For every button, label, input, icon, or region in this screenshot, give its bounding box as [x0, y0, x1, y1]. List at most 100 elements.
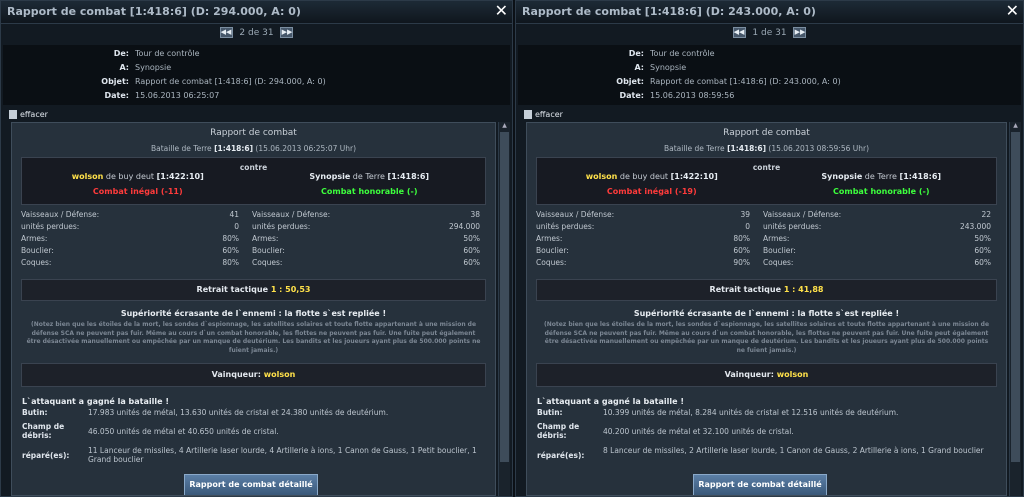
date-label: Date:	[619, 91, 645, 100]
def-stat-row: Armes: 50%	[763, 234, 991, 243]
retreat-note: (Notez bien que les étoiles de la mort, …	[26, 321, 481, 354]
scroll-up-icon[interactable]: ▲	[1011, 122, 1020, 130]
trash-icon	[524, 110, 532, 119]
battle-coords: [1:418:6]	[214, 144, 254, 153]
retreat-label: Retrait tactique	[196, 285, 269, 294]
repaired-value: 11 Lanceur de missiles, 4 Artillerie las…	[88, 446, 477, 465]
att-stat-row: Vaisseaux / Défense: 39	[536, 210, 750, 219]
defender-line: Synopsie de Terre [1:418:6]	[254, 172, 486, 181]
window-titlebar[interactable]: Rapport de combat [1:418:6] (D: 294.000,…	[1, 1, 512, 24]
def-stat-row: unités perdues: 243.000	[763, 222, 991, 231]
next-page-icon[interactable]: ▶▶	[793, 27, 807, 38]
defender-coords[interactable]: [1:418:6]	[388, 172, 430, 181]
def-stat-row: Coques: 60%	[252, 258, 480, 267]
def-stat-row: Bouclier: 60%	[252, 246, 480, 255]
to-value: Synopsie	[650, 63, 687, 72]
att-stat-row: Armes: 80%	[21, 234, 239, 243]
attacker-line: wolson de buy deut [1:422:10]	[537, 172, 767, 181]
delete-button[interactable]: effacer	[516, 107, 1023, 123]
report-title: Rapport de combat	[210, 128, 297, 138]
attacker-name[interactable]: wolson	[586, 172, 618, 181]
scroll-up-icon[interactable]: ▲	[500, 122, 509, 130]
to-value: Synopsie	[135, 63, 172, 72]
att-stat-row: unités perdues: 0	[21, 222, 239, 231]
att-stat-row: Armes: 80%	[536, 234, 750, 243]
prev-page-icon[interactable]: ◀◀	[219, 27, 233, 38]
loot-label: Butin:	[22, 408, 48, 418]
page-counter: 1 de 31	[752, 27, 787, 38]
scroll-thumb[interactable]	[1011, 132, 1020, 462]
debris-label: Champ de débris:	[22, 422, 65, 441]
attacker-origin: de buy deut	[105, 172, 155, 181]
message-window-right: Rapport de combat [1:418:6] (D: 243.000,…	[515, 0, 1024, 497]
attacker-coords[interactable]: [1:422:10]	[671, 172, 718, 181]
retreat-label: Retrait tactique	[709, 285, 782, 294]
battle-line: Bataille de Terre [1:418:6] (15.06.2013 …	[527, 144, 1006, 153]
fleet-stats: Vaisseaux / Défense: 39 unités perdues: 0 …	[527, 207, 1006, 271]
debris-row: Champ de débris: 40.200 unités de métal e…	[527, 422, 1006, 444]
attacker-line: wolson de buy deut [1:422:10]	[22, 172, 254, 181]
battle-line: Bataille de Terre [1:418:6] (15.06.2013 …	[12, 144, 495, 153]
to-label: A:	[119, 63, 129, 72]
debris-value: 46.050 unités de métal et 40.650 unités …	[88, 427, 279, 437]
defender-name[interactable]: Synopsie	[309, 172, 350, 181]
winner-label: Vainqueur:	[211, 370, 261, 380]
def-stat-row: Coques: 60%	[763, 258, 991, 267]
from-label: De:	[628, 49, 644, 58]
close-icon[interactable]: ✕	[1006, 2, 1019, 20]
message-header: De: Tour de contrôle A: Synopsie Objet: Rap…	[3, 45, 510, 105]
battle-time: (15.06.2013 06:25:07 Uhr)	[255, 144, 356, 153]
window-titlebar[interactable]: Rapport de combat [1:418:6] (D: 243.000,…	[516, 1, 1023, 24]
scrollbar[interactable]: ▲	[1009, 122, 1021, 496]
def-stat-row: Vaisseaux / Défense: 22	[763, 210, 991, 219]
trash-icon	[9, 110, 17, 119]
attacker-coords[interactable]: [1:422:10]	[157, 172, 204, 181]
detailed-report-button[interactable]: Rapport de combat détaillé	[693, 474, 827, 495]
superiority-text: Supériorité écrasante de l`ennemi : la f…	[120, 309, 387, 318]
close-icon[interactable]: ✕	[495, 2, 508, 20]
battle-time: (15.06.2013 08:59:56 Uhr)	[768, 144, 869, 153]
window-title: Rapport de combat [1:418:6] (D: 294.000,…	[7, 5, 301, 18]
detailed-report-button[interactable]: Rapport de combat détaillé	[184, 474, 318, 495]
attacker-origin: de buy deut	[619, 172, 669, 181]
subject-value: Rapport de combat [1:418:6] (D: 294.000,…	[135, 77, 326, 86]
defender-status: Combat honorable (-)	[321, 187, 418, 196]
scroll-thumb[interactable]	[500, 132, 509, 462]
pagination: ◀◀ 1 de 31 ▶▶	[516, 24, 1023, 45]
defender-origin: de Terre	[864, 172, 897, 181]
loot-label: Butin:	[537, 408, 563, 418]
delete-button[interactable]: effacer	[1, 107, 512, 123]
combatants-box: contre wolson de buy deut [1:422:10] Syn…	[21, 157, 486, 205]
repaired-row: réparé(es): 8 Lanceur de missiles, 2 Arti…	[527, 446, 1006, 468]
repaired-value: 8 Lanceur de missiles, 2 Artillerie lase…	[603, 446, 984, 456]
debris-label: Champ de débris:	[537, 422, 580, 441]
versus-label: contre	[239, 163, 268, 172]
delete-label: effacer	[535, 110, 563, 119]
def-stat-row: unités perdues: 294.000	[252, 222, 480, 231]
attacker-status: Combat inégal (-19)	[606, 187, 697, 196]
winner-box: Vainqueur: wolson	[536, 363, 997, 388]
defender-coords[interactable]: [1:418:6]	[900, 172, 942, 181]
prev-page-icon[interactable]: ◀◀	[732, 27, 746, 38]
combat-report-panel: Rapport de combat Bataille de Terre [1:4…	[526, 122, 1007, 496]
from-label: De:	[113, 49, 129, 58]
loot-value: 10.399 unités de métal, 8.284 unités de …	[603, 408, 899, 418]
defender-name[interactable]: Synopsie	[821, 172, 862, 181]
combatants-box: contre wolson de buy deut [1:422:10] Syn…	[536, 157, 997, 205]
pagination: ◀◀ 2 de 31 ▶▶	[1, 24, 512, 45]
attacker-name[interactable]: wolson	[72, 172, 104, 181]
subject-value: Rapport de combat [1:418:6] (D: 243.000,…	[650, 77, 841, 86]
def-stat-row: Vaisseaux / Défense: 38	[252, 210, 480, 219]
date-label: Date:	[104, 91, 130, 100]
attacker-status: Combat inégal (-11)	[92, 187, 183, 196]
next-page-icon[interactable]: ▶▶	[280, 27, 294, 38]
from-value: Tour de contrôle	[135, 49, 200, 58]
scrollbar[interactable]: ▲	[498, 122, 510, 496]
winner-label: Vainqueur:	[724, 370, 774, 380]
report-title: Rapport de combat	[723, 128, 810, 138]
defender-status: Combat honorable (-)	[833, 187, 930, 196]
retreat-note: (Notez bien que les étoiles de la mort, …	[543, 321, 990, 354]
retreat-value: 1 : 41,88	[783, 285, 824, 294]
repaired-label: réparé(es):	[22, 451, 70, 461]
defender-line: Synopsie de Terre [1:418:6]	[767, 172, 997, 181]
